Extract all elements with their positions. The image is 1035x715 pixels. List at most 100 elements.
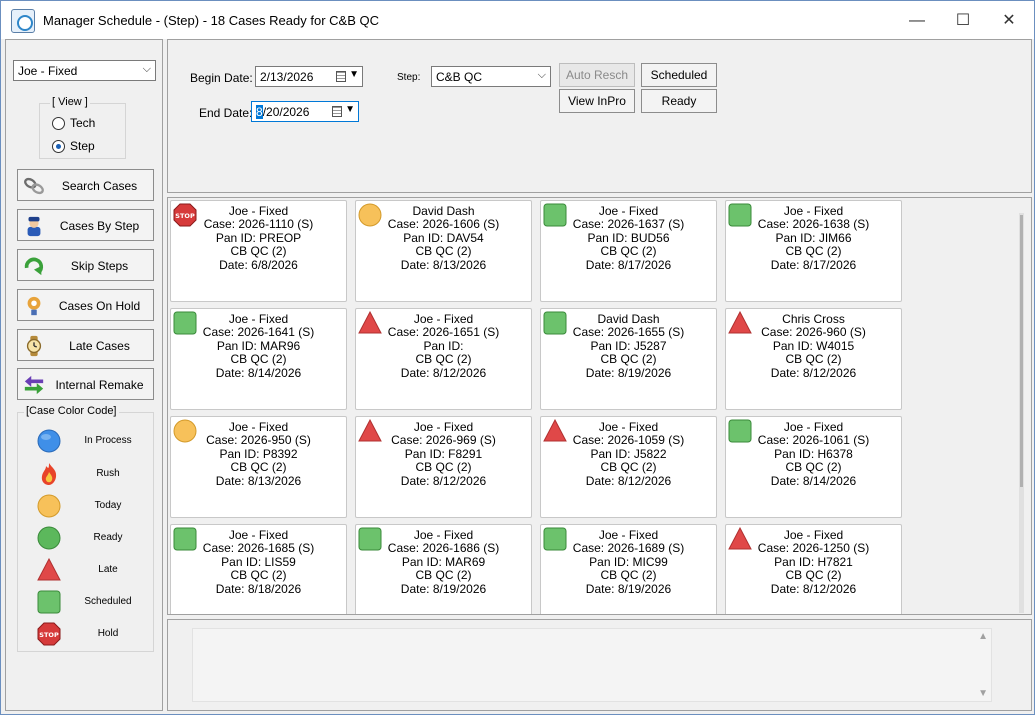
case-card[interactable]: David Dash Case: 2026-1606 (S) Pan ID: DAV… — [355, 200, 532, 302]
case-card-details: Joe - Fixed Case: 2026-1685 (S) Pan ID: LI… — [171, 528, 346, 596]
case-step: CB QC (2) — [600, 568, 657, 583]
case-number: Case: 2026-960 (S) — [761, 325, 866, 340]
case-card-details: Joe - Fixed Case: 2026-950 (S) Pan ID: P83… — [171, 420, 346, 488]
case-date: Date: 8/12/2026 — [770, 365, 857, 380]
skip-arrow-icon — [24, 257, 44, 276]
minimize-button[interactable]: — — [894, 7, 940, 35]
case-date: Date: 8/19/2026 — [585, 581, 672, 596]
case-pan-id: Pan ID: MAR69 — [401, 554, 486, 569]
begin-date-value: 2/13/2026 — [260, 70, 314, 84]
case-card[interactable]: Joe - Fixed Case: 2026-1686 (S) Pan ID: MA… — [355, 524, 532, 614]
case-card-details: David Dash Case: 2026-1606 (S) Pan ID: DAV… — [356, 204, 531, 272]
case-tech-name: Joe - Fixed — [228, 420, 289, 434]
left-panel: Joe - Fixed ⌵ [ View ] Tech Step Search … — [5, 39, 163, 711]
case-card[interactable]: Joe - Fixed Case: 2026-1689 (S) Pan ID: MI… — [540, 524, 717, 614]
auto-resch-button[interactable]: Auto Resch — [559, 63, 635, 87]
cases-by-step-label: Cases By Step — [59, 219, 140, 233]
case-tech-name: Joe - Fixed — [598, 204, 659, 218]
case-card[interactable]: Joe - Fixed Case: 2026-950 (S) Pan ID: P83… — [170, 416, 347, 518]
radio-step-label: Step — [70, 139, 95, 153]
title-bar[interactable]: Manager Schedule - (Step) - 18 Cases Rea… — [1, 1, 1034, 39]
cases-by-step-button[interactable]: Cases By Step — [17, 209, 154, 241]
calendar-icon[interactable] — [332, 106, 342, 117]
case-number: Case: 2026-1686 (S) — [387, 541, 500, 556]
case-card[interactable]: Joe - Fixed Case: 2026-1651 (S) Pan ID: CB … — [355, 308, 532, 410]
radio-tech[interactable]: Tech — [52, 116, 95, 132]
case-card[interactable]: Joe - Fixed Case: 2026-1061 (S) Pan ID: H6… — [725, 416, 902, 518]
scroll-up-icon[interactable]: ▲ — [978, 631, 988, 642]
case-pan-id: Pan ID: J5287 — [590, 338, 667, 353]
case-number: Case: 2026-1651 (S) — [387, 325, 500, 340]
case-card-details: Joe - Fixed Case: 2026-1689 (S) Pan ID: MI… — [541, 528, 716, 596]
case-card[interactable]: Joe - Fixed Case: 2026-1637 (S) Pan ID: BU… — [540, 200, 717, 302]
case-card[interactable]: Joe - Fixed Case: 2026-1641 (S) Pan ID: MA… — [170, 308, 347, 410]
case-card[interactable]: STOP Joe - Fixed Case: 2026-1110 (S) Pan ID… — [170, 200, 347, 302]
case-step: CB QC (2) — [415, 460, 472, 475]
case-number: Case: 2026-969 (S) — [391, 433, 496, 448]
case-cards-panel: STOP Joe - Fixed Case: 2026-1110 (S) Pan ID… — [167, 197, 1032, 615]
case-step: CB QC (2) — [785, 568, 842, 583]
color-code-hold: STOP Hold — [18, 619, 155, 649]
case-step: CB QC (2) — [230, 568, 287, 583]
case-card[interactable]: Chris Cross Case: 2026-960 (S) Pan ID: W40… — [725, 308, 902, 410]
case-tech-name: David Dash — [597, 312, 660, 326]
case-card[interactable]: Joe - Fixed Case: 2026-1059 (S) Pan ID: J5… — [540, 416, 717, 518]
case-color-code-label: [Case Color Code] — [24, 405, 119, 417]
case-tech-name: David Dash — [412, 204, 475, 218]
step-select-value: C&B QC — [436, 70, 483, 84]
case-pan-id: Pan ID: W4015 — [772, 338, 855, 353]
notes-text-area[interactable]: ▲ ▼ — [192, 628, 992, 702]
chevron-down-icon: ⌵ — [537, 69, 546, 81]
window-title: Manager Schedule - (Step) - 18 Cases Rea… — [43, 13, 379, 28]
case-card[interactable]: Joe - Fixed Case: 2026-1250 (S) Pan ID: H7… — [725, 524, 902, 614]
case-card[interactable]: Joe - Fixed Case: 2026-969 (S) Pan ID: F82… — [355, 416, 532, 518]
step-select[interactable]: C&B QC ⌵ — [431, 66, 551, 87]
case-card[interactable]: Joe - Fixed Case: 2026-1638 (S) Pan ID: JI… — [725, 200, 902, 302]
case-card-details: Joe - Fixed Case: 2026-969 (S) Pan ID: F82… — [356, 420, 531, 488]
radio-step-indicator[interactable] — [52, 140, 65, 154]
notes-panel: ▲ ▼ — [167, 619, 1032, 711]
case-date: Date: 8/13/2026 — [400, 257, 487, 272]
case-step: CB QC (2) — [785, 244, 842, 259]
maximize-button[interactable]: ☐ — [940, 7, 986, 35]
case-date: Date: 8/13/2026 — [215, 473, 302, 488]
case-card[interactable]: David Dash Case: 2026-1655 (S) Pan ID: J52… — [540, 308, 717, 410]
calendar-icon[interactable] — [336, 71, 346, 82]
close-button[interactable]: ✕ — [986, 7, 1032, 35]
case-step: CB QC (2) — [785, 352, 842, 367]
skip-steps-label: Skip Steps — [70, 259, 129, 273]
case-card-details: Joe - Fixed Case: 2026-1686 (S) Pan ID: MA… — [356, 528, 531, 596]
cases-on-hold-button[interactable]: Cases On Hold — [17, 289, 154, 321]
skip-steps-button[interactable]: Skip Steps — [17, 249, 154, 281]
color-code-late: Late — [18, 555, 155, 585]
begin-date-picker[interactable]: 2/13/2026 ▼ — [255, 66, 363, 87]
case-card-details: Joe - Fixed Case: 2026-1059 (S) Pan ID: J5… — [541, 420, 716, 488]
search-cases-button[interactable]: Search Cases — [17, 169, 154, 201]
watch-icon — [26, 335, 42, 357]
view-group: [ View ] Tech Step — [39, 96, 126, 159]
user-select[interactable]: Joe - Fixed ⌵ — [13, 60, 156, 81]
case-date: Date: 8/18/2026 — [215, 581, 302, 596]
hold-label: Hold — [97, 628, 119, 639]
scroll-down-icon[interactable]: ▼ — [978, 688, 988, 699]
internal-remake-button[interactable]: Internal Remake — [17, 368, 154, 400]
svg-text:STOP: STOP — [39, 631, 59, 639]
worker-icon — [27, 216, 41, 237]
case-step: CB QC (2) — [415, 568, 472, 583]
view-inpro-button[interactable]: View InPro — [559, 89, 635, 113]
chevron-down-icon[interactable]: ▼ — [345, 104, 355, 115]
case-date: Date: 6/8/2026 — [219, 257, 298, 272]
scheduled-button[interactable]: Scheduled — [641, 63, 717, 87]
chevron-down-icon[interactable]: ▼ — [349, 69, 359, 80]
radio-step[interactable]: Step — [52, 139, 95, 155]
case-tech-name: Joe - Fixed — [598, 528, 659, 542]
case-card[interactable]: Joe - Fixed Case: 2026-1685 (S) Pan ID: LI… — [170, 524, 347, 614]
radio-tech-indicator[interactable] — [52, 117, 65, 131]
cards-scrollbar-thumb[interactable] — [1020, 215, 1023, 487]
radio-tech-label: Tech — [70, 116, 96, 130]
ready-button[interactable]: Ready — [641, 89, 717, 113]
case-date: Date: 8/12/2026 — [400, 365, 487, 380]
case-pan-id: Pan ID: F8291 — [404, 446, 483, 461]
end-date-picker[interactable]: 8/20/2026 ▼ — [251, 101, 359, 122]
late-cases-button[interactable]: Late Cases — [17, 329, 154, 361]
